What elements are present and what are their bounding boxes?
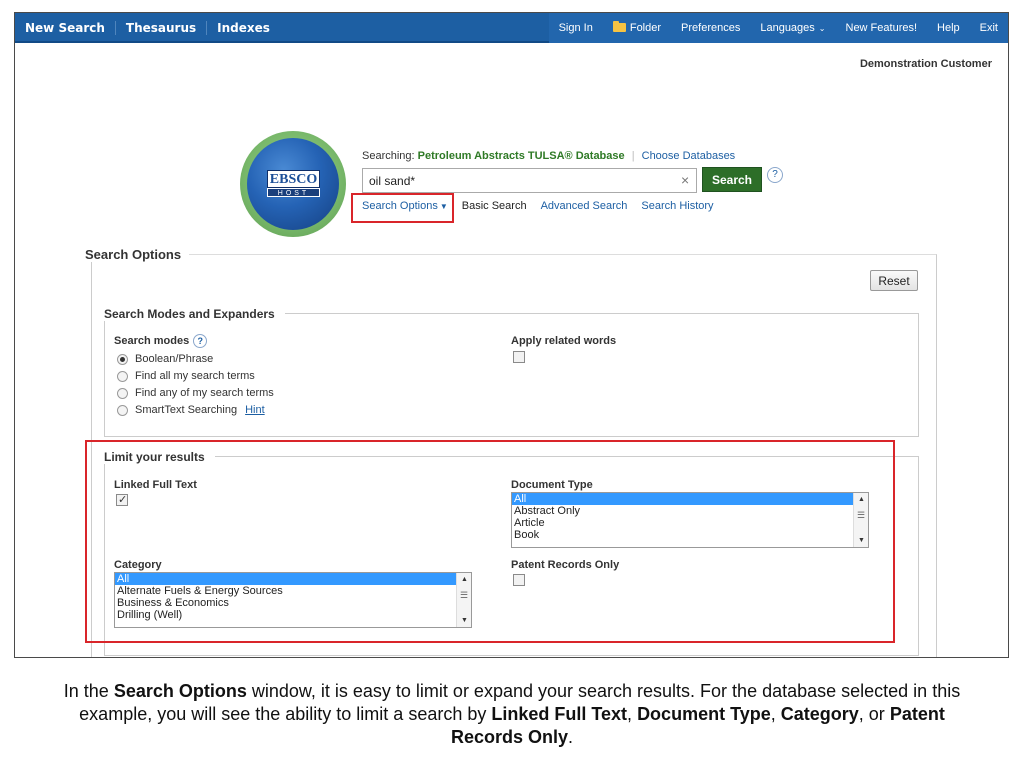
- nav-preferences[interactable]: Preferences: [671, 13, 751, 43]
- radio-boolean-phrase[interactable]: Boolean/Phrase: [117, 353, 213, 365]
- choose-databases-link[interactable]: Choose Databases: [642, 150, 736, 162]
- advanced-search-link[interactable]: Advanced Search: [541, 200, 628, 212]
- caption-text: .: [568, 727, 574, 747]
- radio-label: Boolean/Phrase: [135, 353, 214, 365]
- caption-text: In the: [63, 681, 114, 701]
- radio-label: Find any of my search terms: [135, 387, 274, 399]
- logo-globe: EBSCO HOST: [247, 138, 339, 230]
- reset-button[interactable]: Reset: [870, 270, 918, 291]
- nav-thesaurus[interactable]: Thesaurus: [116, 21, 208, 35]
- hint-link[interactable]: Hint: [245, 404, 265, 416]
- nav-indexes[interactable]: Indexes: [207, 21, 280, 35]
- nav-help[interactable]: Help: [927, 13, 970, 43]
- nav-languages[interactable]: Languages ⌄: [750, 13, 836, 43]
- radio-label: SmartText Searching: [135, 404, 238, 416]
- ebsco-host-logo: EBSCO HOST: [240, 131, 346, 237]
- radio-smarttext[interactable]: SmartText Searching Hint: [117, 404, 265, 416]
- apply-related-words-checkbox[interactable]: [513, 351, 525, 363]
- caption-bold: Category: [780, 704, 859, 724]
- caption-text: ,: [627, 704, 638, 724]
- search-button[interactable]: Search: [702, 167, 762, 192]
- limit-results-highlight-box: [85, 440, 895, 643]
- nav-folder-label: Folder: [629, 22, 662, 34]
- nav-new-search[interactable]: New Search: [15, 21, 116, 35]
- clear-icon[interactable]: ×: [681, 172, 689, 188]
- caption-bold: Linked Full Text: [491, 704, 628, 724]
- caption-bold: Document Type: [637, 704, 771, 724]
- top-nav-left: New Search Thesaurus Indexes: [15, 13, 280, 43]
- customer-name: Demonstration Customer: [859, 58, 992, 70]
- radio-find-any[interactable]: Find any of my search terms: [117, 387, 274, 399]
- chevron-down-icon: ⌄: [818, 24, 826, 33]
- help-icon[interactable]: ?: [767, 167, 783, 183]
- nav-sign-in[interactable]: Sign In: [548, 13, 603, 43]
- searching-line: Searching: Petroleum Abstracts TULSA® Da…: [362, 150, 735, 162]
- slide-caption: In the Search Options window, it is easy…: [60, 680, 964, 749]
- nav-new-features[interactable]: New Features!: [835, 13, 928, 43]
- search-history-link[interactable]: Search History: [641, 200, 713, 212]
- radio-button-selected[interactable]: [117, 353, 128, 365]
- database-name: Petroleum Abstracts TULSA® Database: [417, 150, 625, 162]
- search-options-highlight-box: [351, 193, 454, 223]
- browser-screenshot-frame: New Search Thesaurus Indexes Sign In Fol…: [14, 12, 1009, 658]
- help-icon[interactable]: ?: [193, 334, 208, 348]
- nav-folder[interactable]: Folder: [602, 13, 672, 43]
- caption-bold: Search Options: [113, 681, 247, 701]
- top-nav-right: Sign In Folder Preferences Languages ⌄ Ne…: [548, 13, 1008, 43]
- basic-search-link[interactable]: Basic Search: [462, 200, 527, 212]
- nav-exit[interactable]: Exit: [969, 13, 1008, 43]
- search-modes-label-text: Search modes: [114, 335, 190, 347]
- top-nav-bar: New Search Thesaurus Indexes Sign In Fol…: [15, 13, 1008, 43]
- nav-languages-label: Languages: [760, 22, 815, 34]
- folder-icon: [612, 21, 626, 32]
- search-modes-title: Search Modes and Expanders: [99, 307, 285, 321]
- searching-label: Searching:: [362, 150, 415, 162]
- radio-label: Find all my search terms: [135, 370, 255, 382]
- search-input[interactable]: [362, 168, 697, 193]
- search-modes-label: Search modes?: [114, 334, 208, 348]
- radio-button[interactable]: [117, 387, 128, 399]
- search-options-title: Search Options: [85, 247, 190, 262]
- logo-sub-text: HOST: [267, 188, 320, 197]
- apply-related-words-label: Apply related words: [511, 335, 617, 347]
- separator: |: [631, 150, 635, 162]
- radio-button[interactable]: [117, 370, 128, 382]
- caption-text: ,: [770, 704, 781, 724]
- radio-find-all[interactable]: Find all my search terms: [117, 370, 255, 382]
- caption-text: , or: [858, 704, 890, 724]
- logo-brand-text: EBSCO: [267, 170, 320, 188]
- radio-button[interactable]: [117, 404, 128, 416]
